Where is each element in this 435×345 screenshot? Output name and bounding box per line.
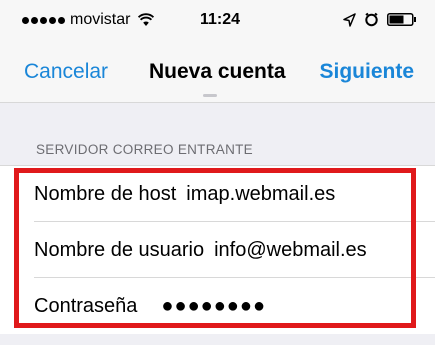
cancel-button[interactable]: Cancelar [24,60,108,84]
host-name-row[interactable]: Nombre de host imap.webmail.es [0,166,435,222]
host-name-field[interactable]: imap.webmail.es [186,183,335,206]
incoming-server-form: Nombre de host imap.webmail.es Nombre de… [0,165,435,334]
username-row[interactable]: Nombre de usuario info@webmail.es [0,222,435,278]
password-row[interactable]: Contraseña ●●●●●●●● [0,278,435,334]
password-field[interactable]: ●●●●●●●● [161,295,266,318]
screen: movistar 11:24 Cancelar Nueva cuenta Sig… [0,0,435,345]
status-time: 11:24 [200,11,241,28]
host-name-label: Nombre de host [34,182,177,205]
battery-icon [387,13,416,26]
alarm-clock-icon [365,12,378,27]
signal-dots-icon [22,16,65,24]
page-title: Nueva cuenta [149,60,286,83]
next-button[interactable]: Siguiente [319,60,414,84]
carrier-name: movistar [70,11,131,28]
password-label: Contraseña [34,294,138,317]
section-header-incoming-server: SERVIDOR CORREO ENTRANTE [36,142,253,157]
status-left: movistar [22,11,155,29]
location-arrow-icon [343,12,356,27]
username-label: Nombre de usuario [34,238,205,261]
status-bar: movistar 11:24 [0,0,435,42]
wifi-icon [138,13,155,26]
scroll-indicator [203,94,217,97]
navigation-bar: Cancelar Nueva cuenta Siguiente [0,42,435,103]
username-field[interactable]: info@webmail.es [214,239,367,262]
status-right [343,12,417,27]
